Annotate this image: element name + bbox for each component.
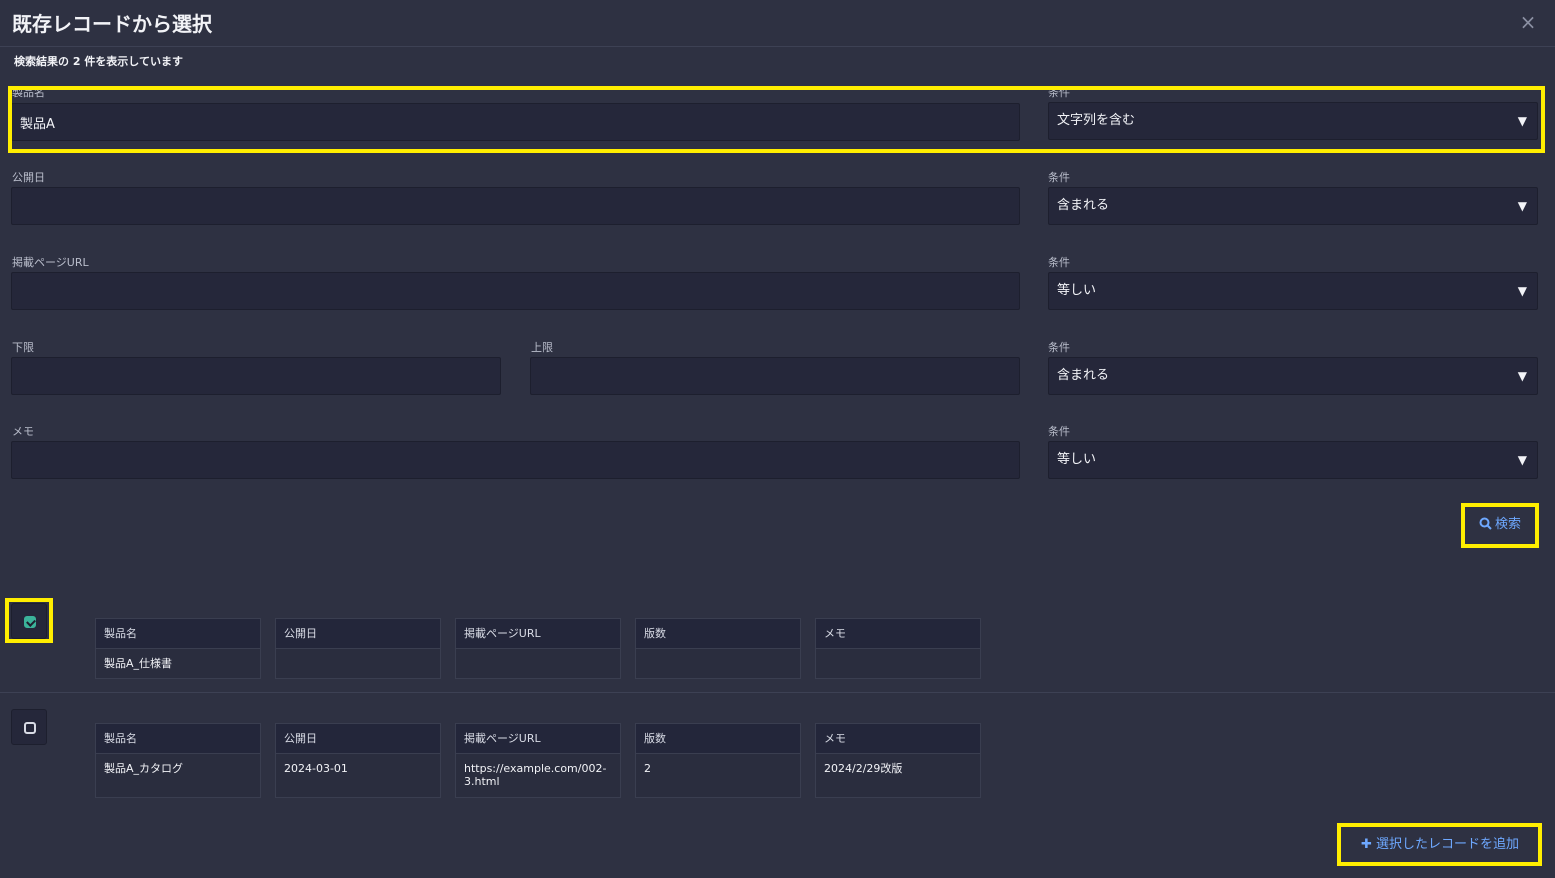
close-icon[interactable]: × bbox=[1518, 10, 1538, 34]
search-button-label: 検索 bbox=[1494, 517, 1521, 532]
page-url-condition-label: 条件 bbox=[1048, 256, 1070, 269]
memo-condition-value: 等しい bbox=[1057, 452, 1097, 467]
publish-date-condition-value: 含まれる bbox=[1057, 198, 1110, 213]
product-name-label: 製品名 bbox=[12, 86, 45, 99]
publish-date-condition-select[interactable]: 含まれる ▼ bbox=[1048, 187, 1538, 225]
result-summary: 検索結果の 2 件を表示しています bbox=[14, 55, 183, 68]
field-header: 製品名 bbox=[96, 619, 260, 649]
field-header: 版数 bbox=[636, 724, 800, 754]
lower-limit-input[interactable] bbox=[11, 357, 501, 395]
field-value bbox=[276, 649, 440, 657]
field-value bbox=[456, 649, 620, 657]
publish-date-input[interactable] bbox=[11, 187, 1020, 225]
checkbox-unchecked-icon bbox=[24, 722, 36, 734]
field-header: メモ bbox=[816, 724, 980, 754]
product-name-condition-label: 条件 bbox=[1048, 86, 1070, 99]
page-url-condition-select[interactable]: 等しい ▼ bbox=[1048, 272, 1538, 310]
result-field: 公開日 2024-03-01 bbox=[275, 723, 441, 798]
product-name-condition-select[interactable]: 文字列を含む ▼ bbox=[1048, 102, 1538, 140]
page-url-label: 掲載ページURL bbox=[12, 256, 89, 269]
field-value bbox=[816, 649, 980, 657]
search-icon bbox=[1479, 517, 1492, 530]
field-value: 2024/2/29改版 bbox=[824, 762, 903, 775]
field-value: https://example.com/002-3.html bbox=[464, 762, 607, 788]
memo-condition-label: 条件 bbox=[1048, 425, 1070, 438]
page-url-input[interactable] bbox=[11, 272, 1020, 310]
plus-icon: ✚ bbox=[1360, 837, 1372, 852]
product-name-input[interactable] bbox=[11, 103, 1020, 141]
publish-date-label: 公開日 bbox=[12, 171, 45, 184]
checkbox-checked-icon bbox=[24, 616, 36, 628]
upper-limit-label: 上限 bbox=[531, 341, 553, 354]
add-selected-records-button[interactable]: ✚ 選択したレコードを追加 bbox=[1342, 828, 1538, 861]
memo-condition-select[interactable]: 等しい ▼ bbox=[1048, 441, 1538, 479]
range-condition-value: 含まれる bbox=[1057, 368, 1110, 383]
result-checkbox[interactable] bbox=[11, 709, 47, 745]
caret-down-icon: ▼ bbox=[1517, 453, 1527, 467]
field-value: 製品A_カタログ bbox=[104, 762, 184, 775]
dialog-title: 既存レコードから選択 bbox=[12, 12, 212, 36]
result-checkbox[interactable] bbox=[11, 603, 47, 639]
result-field: 掲載ページURL bbox=[455, 618, 621, 679]
field-header: 掲載ページURL bbox=[456, 724, 620, 754]
field-header: 公開日 bbox=[276, 619, 440, 649]
lower-limit-label: 下限 bbox=[12, 341, 34, 354]
search-button[interactable]: 検索 bbox=[1466, 508, 1534, 542]
upper-limit-input[interactable] bbox=[530, 357, 1020, 395]
range-condition-label: 条件 bbox=[1048, 341, 1070, 354]
result-divider bbox=[0, 692, 1555, 693]
select-existing-record-dialog: 既存レコードから選択 × 検索結果の 2 件を表示しています 製品名 条件 文字… bbox=[0, 0, 1555, 878]
field-value bbox=[636, 649, 800, 657]
field-header: 製品名 bbox=[96, 724, 260, 754]
memo-input[interactable] bbox=[11, 441, 1020, 479]
product-name-condition-value: 文字列を含む bbox=[1057, 113, 1136, 128]
range-condition-select[interactable]: 含まれる ▼ bbox=[1048, 357, 1538, 395]
result-field: メモ 2024/2/29改版 bbox=[815, 723, 981, 798]
add-selected-records-label: 選択したレコードを追加 bbox=[1376, 837, 1520, 852]
result-field: 公開日 bbox=[275, 618, 441, 679]
caret-down-icon: ▼ bbox=[1517, 114, 1527, 128]
result-field: 製品名 製品A_仕様書 bbox=[95, 618, 261, 679]
caret-down-icon: ▼ bbox=[1517, 284, 1527, 298]
result-field: メモ bbox=[815, 618, 981, 679]
publish-date-condition-label: 条件 bbox=[1048, 171, 1070, 184]
caret-down-icon: ▼ bbox=[1517, 369, 1527, 383]
field-header: 掲載ページURL bbox=[456, 619, 620, 649]
field-value: 2024-03-01 bbox=[284, 762, 348, 775]
field-value: 製品A_仕様書 bbox=[104, 657, 173, 670]
page-url-condition-value: 等しい bbox=[1057, 283, 1097, 298]
field-header: 公開日 bbox=[276, 724, 440, 754]
result-field: 版数 2 bbox=[635, 723, 801, 798]
memo-label: メモ bbox=[12, 425, 34, 438]
field-value: 2 bbox=[644, 762, 651, 775]
caret-down-icon: ▼ bbox=[1517, 199, 1527, 213]
result-field: 製品名 製品A_カタログ bbox=[95, 723, 261, 798]
field-header: 版数 bbox=[636, 619, 800, 649]
result-field: 版数 bbox=[635, 618, 801, 679]
dialog-header: 既存レコードから選択 × bbox=[0, 0, 1555, 47]
result-field: 掲載ページURL https://example.com/002-3.html bbox=[455, 723, 621, 798]
field-header: メモ bbox=[816, 619, 980, 649]
